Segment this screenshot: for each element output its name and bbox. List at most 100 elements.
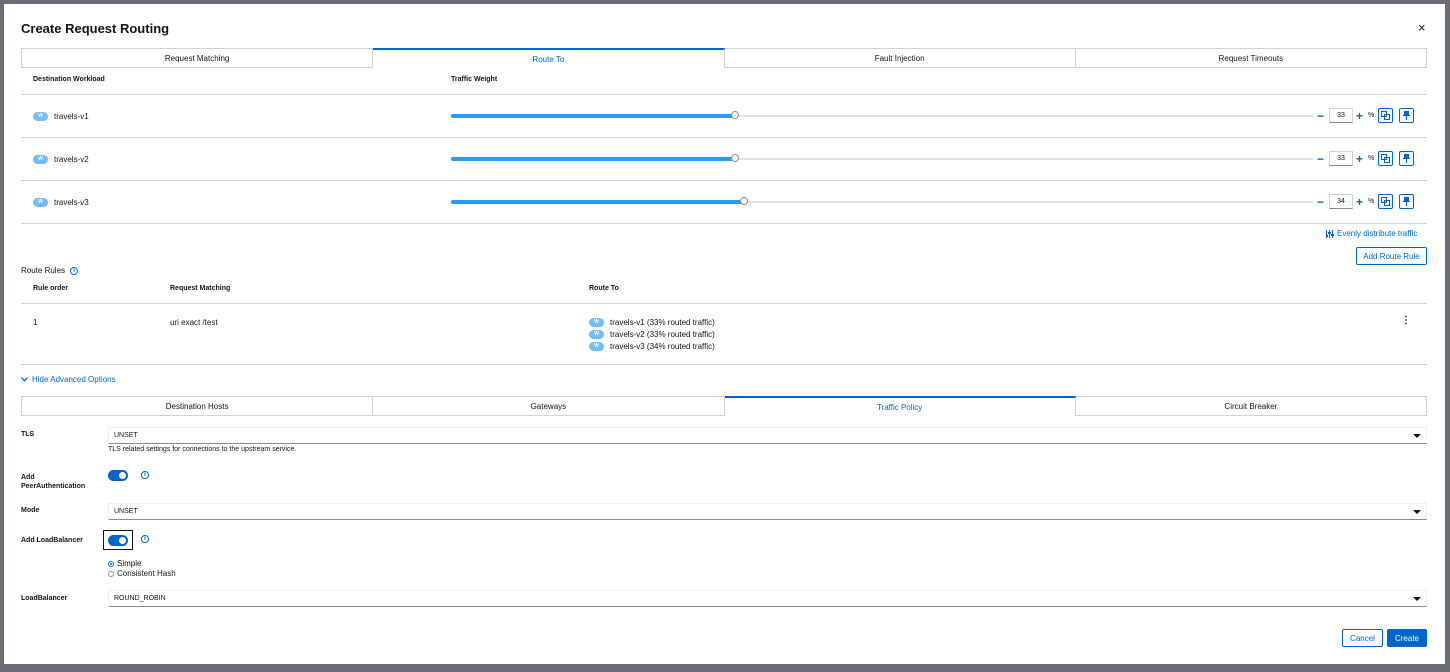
loadbalancer-select[interactable]: ROUND_ROBIN [108, 590, 1427, 607]
info-icon[interactable]: i [141, 471, 149, 479]
traffic-weight-slider-2[interactable] [451, 154, 1313, 162]
info-icon[interactable]: i [141, 535, 149, 543]
add-peer-authentication-label: Add PeerAuthentication [21, 473, 85, 491]
traffic-weight-slider-3[interactable] [451, 197, 1313, 205]
lock-button[interactable] [1399, 151, 1414, 166]
loadbalancer-label: LoadBalancer [21, 595, 68, 602]
caret-down-icon [1413, 510, 1421, 514]
add-route-rule-button[interactable]: Add Route Rule [1356, 247, 1427, 265]
route-item-label: travels-v1 (33% routed traffic) [610, 318, 715, 327]
weight-input[interactable]: 33 [1329, 108, 1353, 123]
workload-badge: W [33, 112, 48, 121]
route-item-label: travels-v3 (34% routed traffic) [610, 342, 715, 351]
loadbalancer-switch-focus [103, 530, 133, 550]
mode-select[interactable]: UNSET [108, 503, 1427, 520]
lock-button[interactable] [1399, 194, 1414, 209]
tab-destination-hosts[interactable]: Destination Hosts [22, 396, 374, 416]
tab-gateways[interactable]: Gateways [373, 396, 725, 416]
workload-badge: W [589, 330, 604, 339]
column-header-destination-workload: Destination Workload [33, 76, 105, 83]
tab-traffic-policy[interactable]: Traffic Policy [724, 396, 1076, 416]
workload-badge: W [589, 342, 604, 351]
close-icon[interactable]: × [1418, 21, 1426, 35]
tab-fault-injection[interactable]: Fault Injection [724, 48, 1076, 68]
tab-route-to[interactable]: Route To [373, 48, 725, 68]
increase-weight-button[interactable]: + [1356, 153, 1363, 165]
slider-thumb[interactable] [731, 111, 740, 119]
slider-thumb[interactable] [731, 154, 740, 162]
mode-select-value: UNSET [114, 508, 138, 515]
caret-down-icon [1413, 597, 1421, 601]
tls-select[interactable]: UNSET [108, 427, 1427, 444]
workload-badge: W [33, 198, 48, 207]
chevron-down-icon [21, 377, 28, 382]
column-header-rule-order: Rule order [33, 285, 69, 292]
radio-consistent-hash[interactable]: Consistent Hash [108, 569, 176, 578]
thumbtack-icon [1403, 111, 1410, 120]
mirror-button[interactable] [1378, 194, 1393, 209]
increase-weight-button[interactable]: + [1356, 110, 1363, 122]
rule-route-list: W travels-v1 (33% routed traffic) W trav… [589, 318, 715, 351]
divider [21, 364, 1427, 365]
mirror-icon [1381, 154, 1390, 163]
create-request-routing-modal: Create Request Routing × Request Matchin… [4, 4, 1445, 664]
rule-order-value: 1 [33, 318, 38, 327]
column-header-route-to: Route To [589, 285, 619, 292]
loadbalancer-select-value: ROUND_ROBIN [114, 595, 166, 602]
slider-thumb[interactable] [740, 197, 749, 205]
divider [21, 223, 1427, 224]
caret-down-icon [1413, 434, 1421, 438]
create-button[interactable]: Create [1387, 629, 1427, 647]
mirror-icon [1381, 197, 1390, 206]
cancel-button[interactable]: Cancel [1342, 629, 1383, 647]
route-item-label: travels-v2 (33% routed traffic) [610, 330, 715, 339]
mirror-button[interactable] [1378, 151, 1393, 166]
radio-simple[interactable]: Simple [108, 559, 141, 568]
percent-unit: % [1368, 198, 1375, 205]
weight-input[interactable]: 34 [1329, 194, 1353, 209]
radio-label: Simple [117, 559, 142, 569]
tab-circuit-breaker[interactable]: Circuit Breaker [1075, 396, 1427, 416]
advanced-tabs: Destination Hosts Gateways Traffic Polic… [21, 396, 1427, 416]
lock-button[interactable] [1399, 108, 1414, 123]
evenly-distribute-link[interactable]: Evenly distribute traffic [1326, 229, 1417, 238]
radio-button[interactable] [108, 570, 114, 577]
decrease-weight-button[interactable]: − [1317, 153, 1324, 165]
workload-name: travels-v2 [54, 155, 89, 164]
slider-fill [451, 114, 736, 118]
column-header-request-matching: Request Matching [170, 285, 231, 292]
switch-knob [119, 536, 126, 544]
info-icon[interactable]: i [70, 266, 79, 275]
peer-authentication-switch[interactable] [108, 470, 128, 481]
hide-advanced-options-label: Hide Advanced Options [32, 375, 116, 384]
label-line: PeerAuthentication [21, 483, 86, 490]
thumbtack-icon [1403, 154, 1410, 163]
route-item: W travels-v3 (34% routed traffic) [589, 342, 715, 351]
route-rules-heading: Route Rules i [21, 266, 79, 275]
routing-tabs: Request Matching Route To Fault Injectio… [21, 48, 1427, 68]
mirror-button[interactable] [1378, 108, 1393, 123]
tab-request-matching[interactable]: Request Matching [22, 48, 374, 68]
workload-name: travels-v1 [54, 112, 89, 121]
tls-label: TLS [21, 431, 35, 438]
mode-label: Mode [21, 507, 40, 514]
slider-fill [451, 200, 745, 204]
radio-button[interactable] [108, 560, 114, 567]
percent-unit: % [1368, 155, 1375, 162]
sliders-icon [1326, 229, 1334, 238]
hide-advanced-options-toggle[interactable]: Hide Advanced Options [21, 375, 116, 384]
divider [21, 180, 1427, 181]
tab-request-timeouts[interactable]: Request Timeouts [1075, 48, 1427, 68]
workload-name: travels-v3 [54, 198, 89, 207]
loadbalancer-switch[interactable] [108, 534, 128, 546]
add-loadbalancer-label: Add LoadBalancer [21, 537, 83, 544]
weight-input[interactable]: 33 [1329, 151, 1353, 166]
increase-weight-button[interactable]: + [1356, 196, 1363, 208]
traffic-weight-slider-1[interactable] [451, 111, 1313, 119]
column-header-traffic-weight: Traffic Weight [451, 76, 498, 83]
label-line: Add [21, 474, 35, 481]
decrease-weight-button[interactable]: − [1317, 110, 1324, 122]
kebab-menu-icon[interactable]: ⋮ [1401, 316, 1411, 326]
route-rules-title: Route Rules [21, 266, 66, 275]
decrease-weight-button[interactable]: − [1317, 196, 1324, 208]
